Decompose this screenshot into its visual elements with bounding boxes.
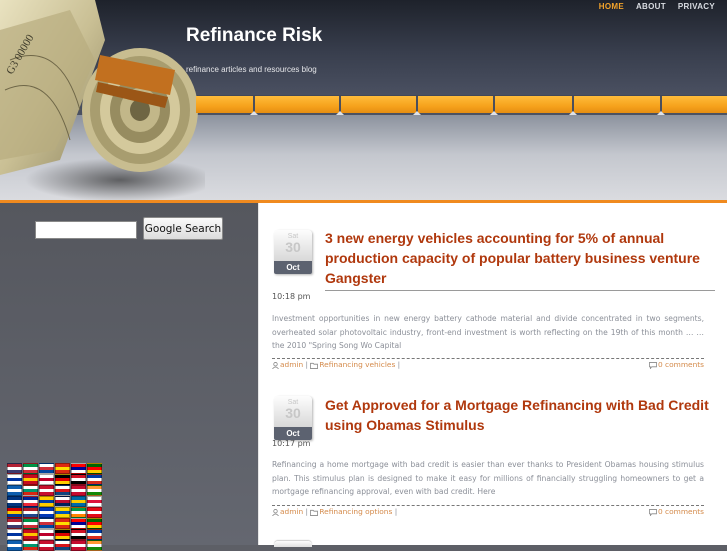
folder-icon bbox=[310, 362, 319, 369]
author-link[interactable]: admin bbox=[280, 507, 303, 516]
flag-icon[interactable] bbox=[87, 529, 102, 540]
nav-home-link[interactable]: HOME bbox=[599, 2, 624, 11]
flag-icon[interactable] bbox=[71, 507, 86, 518]
title-divider bbox=[325, 290, 715, 291]
flag-icon[interactable] bbox=[23, 496, 38, 507]
flag-icon[interactable] bbox=[39, 507, 54, 518]
comment-icon bbox=[649, 508, 657, 516]
flag-icon[interactable] bbox=[55, 540, 70, 551]
flag-icon[interactable] bbox=[39, 540, 54, 551]
meta-divider bbox=[272, 358, 704, 359]
flag-icon[interactable] bbox=[23, 540, 38, 551]
flag-icon[interactable] bbox=[7, 529, 22, 540]
flag-icon[interactable] bbox=[23, 518, 38, 529]
money-roll-image: G3 00000 bbox=[0, 0, 205, 202]
flag-icon[interactable] bbox=[23, 529, 38, 540]
site-description: refinance articles and resources blog bbox=[186, 65, 317, 74]
site-title[interactable]: Refinance Risk bbox=[186, 25, 322, 47]
flag-icon[interactable] bbox=[87, 463, 102, 474]
flag-icon[interactable] bbox=[39, 463, 54, 474]
flag-icon[interactable] bbox=[87, 474, 102, 485]
user-icon bbox=[272, 361, 279, 369]
comments-link[interactable]: 0 comments bbox=[658, 360, 704, 369]
flag-icon[interactable] bbox=[55, 496, 70, 507]
flag-icon[interactable] bbox=[55, 507, 70, 518]
flag-icon[interactable] bbox=[7, 463, 22, 474]
flag-icon[interactable] bbox=[55, 485, 70, 496]
flag-icon[interactable] bbox=[55, 463, 70, 474]
flag-icon[interactable] bbox=[87, 540, 102, 551]
flag-icon[interactable] bbox=[87, 496, 102, 507]
comments-link[interactable]: 0 comments bbox=[658, 507, 704, 516]
post-meta: admin | Refinancing vehicles | 0 comment… bbox=[272, 360, 704, 369]
flag-icon[interactable] bbox=[71, 529, 86, 540]
flag-icon[interactable] bbox=[71, 474, 86, 485]
flag-icon[interactable] bbox=[55, 518, 70, 529]
flag-icon[interactable] bbox=[71, 496, 86, 507]
menu-separator bbox=[250, 96, 258, 115]
site-header: G3 00000 HOME ABOUT PRIVACY Refinance Ri… bbox=[0, 0, 727, 203]
search-input[interactable] bbox=[35, 221, 137, 239]
menu-separator bbox=[490, 96, 498, 115]
next-post-calendar-icon bbox=[274, 541, 312, 547]
flag-icon[interactable] bbox=[87, 485, 102, 496]
flag-icon[interactable] bbox=[23, 485, 38, 496]
menu-separator bbox=[569, 96, 577, 115]
category-link[interactable]: Refinancing options bbox=[319, 507, 392, 516]
flag-icon[interactable] bbox=[39, 474, 54, 485]
menu-separator bbox=[657, 96, 665, 115]
flag-icon[interactable] bbox=[71, 463, 86, 474]
flag-icon[interactable] bbox=[23, 474, 38, 485]
flag-icon[interactable] bbox=[7, 518, 22, 529]
flag-icon[interactable] bbox=[7, 474, 22, 485]
flag-icon[interactable] bbox=[23, 463, 38, 474]
google-search-button[interactable]: Google Search bbox=[143, 217, 223, 240]
folder-icon bbox=[310, 509, 319, 516]
flag-icon[interactable] bbox=[7, 540, 22, 551]
post-title-link[interactable]: Get Approved for a Mortgage Refinancing … bbox=[325, 395, 715, 435]
post-time: 10:18 pm bbox=[272, 292, 311, 301]
flag-icon[interactable] bbox=[39, 518, 54, 529]
post-month: Oct bbox=[274, 261, 312, 274]
flag-icon[interactable] bbox=[39, 529, 54, 540]
post-title-link[interactable]: 3 new energy vehicles accounting for 5% … bbox=[325, 228, 715, 288]
flag-icon[interactable] bbox=[55, 474, 70, 485]
flag-icon[interactable] bbox=[71, 518, 86, 529]
post-day: 30 bbox=[285, 405, 301, 421]
flag-icon[interactable] bbox=[39, 496, 54, 507]
category-menu-bar[interactable] bbox=[196, 96, 727, 115]
flag-icon[interactable] bbox=[71, 485, 86, 496]
comment-icon bbox=[649, 361, 657, 369]
post-time: 10:17 pm bbox=[272, 439, 311, 448]
flag-icon[interactable] bbox=[55, 529, 70, 540]
flag-icon[interactable] bbox=[7, 507, 22, 518]
flag-icon[interactable] bbox=[7, 496, 22, 507]
user-icon bbox=[272, 508, 279, 516]
post-day: 30 bbox=[285, 239, 301, 255]
date-calendar-icon: Sat 30 Oct bbox=[274, 396, 312, 440]
date-calendar-icon: Sat 30 Oct bbox=[274, 230, 312, 274]
flag-icon[interactable] bbox=[71, 540, 86, 551]
main-content: Sat 30 Oct 3 new energy vehicles account… bbox=[258, 203, 727, 547]
nav-about-link[interactable]: ABOUT bbox=[636, 2, 666, 11]
author-link[interactable]: admin bbox=[280, 360, 303, 369]
category-link[interactable]: Refinancing vehicles bbox=[319, 360, 395, 369]
flag-icon[interactable] bbox=[7, 485, 22, 496]
post-meta: admin | Refinancing options | 0 comments bbox=[272, 507, 704, 516]
nav-privacy-link[interactable]: PRIVACY bbox=[678, 2, 715, 11]
flag-icon[interactable] bbox=[87, 518, 102, 529]
menu-separator bbox=[413, 96, 421, 115]
meta-divider bbox=[272, 505, 704, 506]
flag-icon[interactable] bbox=[87, 507, 102, 518]
top-navigation: HOME ABOUT PRIVACY bbox=[599, 2, 715, 11]
flag-icon[interactable] bbox=[23, 507, 38, 518]
flag-icon[interactable] bbox=[39, 485, 54, 496]
post-excerpt: Refinancing a home mortgage with bad cre… bbox=[272, 460, 704, 496]
sidebar: Google Search bbox=[0, 203, 258, 551]
menu-separator bbox=[336, 96, 344, 115]
post-excerpt: Investment opportunities in new energy b… bbox=[272, 314, 704, 350]
